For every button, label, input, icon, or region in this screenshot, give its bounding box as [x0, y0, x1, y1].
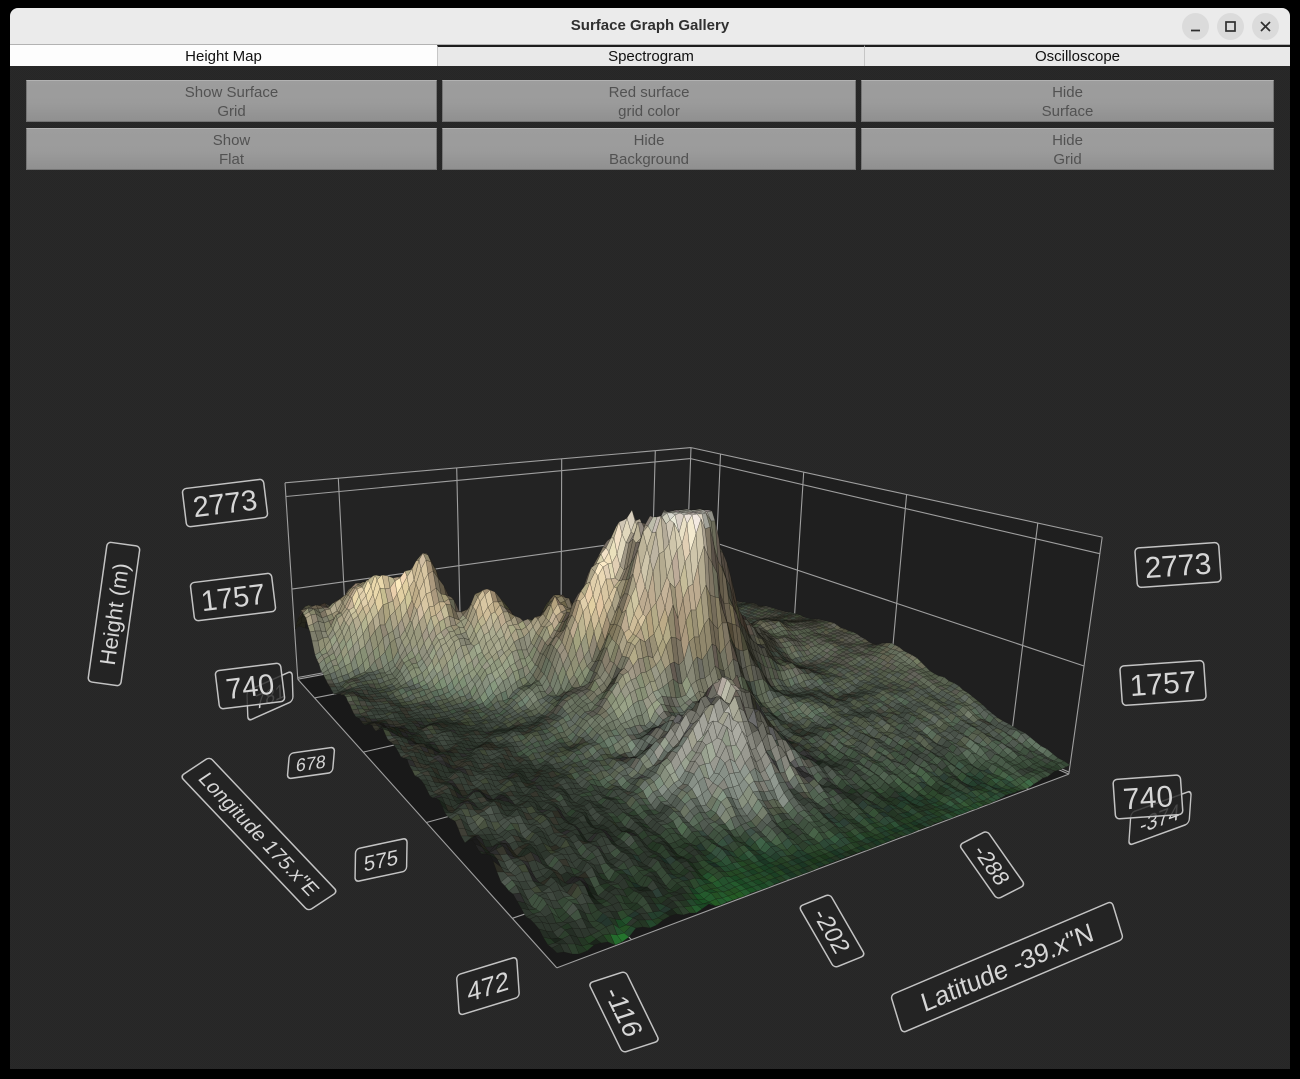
svg-text:678: 678: [295, 750, 327, 775]
svg-text:Latitude -39.x"N: Latitude -39.x"N: [917, 917, 1097, 1018]
svg-text:1757: 1757: [1129, 666, 1198, 704]
svg-text:2773: 2773: [1144, 548, 1213, 586]
svg-text:740: 740: [224, 669, 276, 707]
svg-text:Longitude 175.x"E: Longitude 175.x"E: [193, 769, 323, 899]
svg-text:740: 740: [1122, 780, 1174, 816]
